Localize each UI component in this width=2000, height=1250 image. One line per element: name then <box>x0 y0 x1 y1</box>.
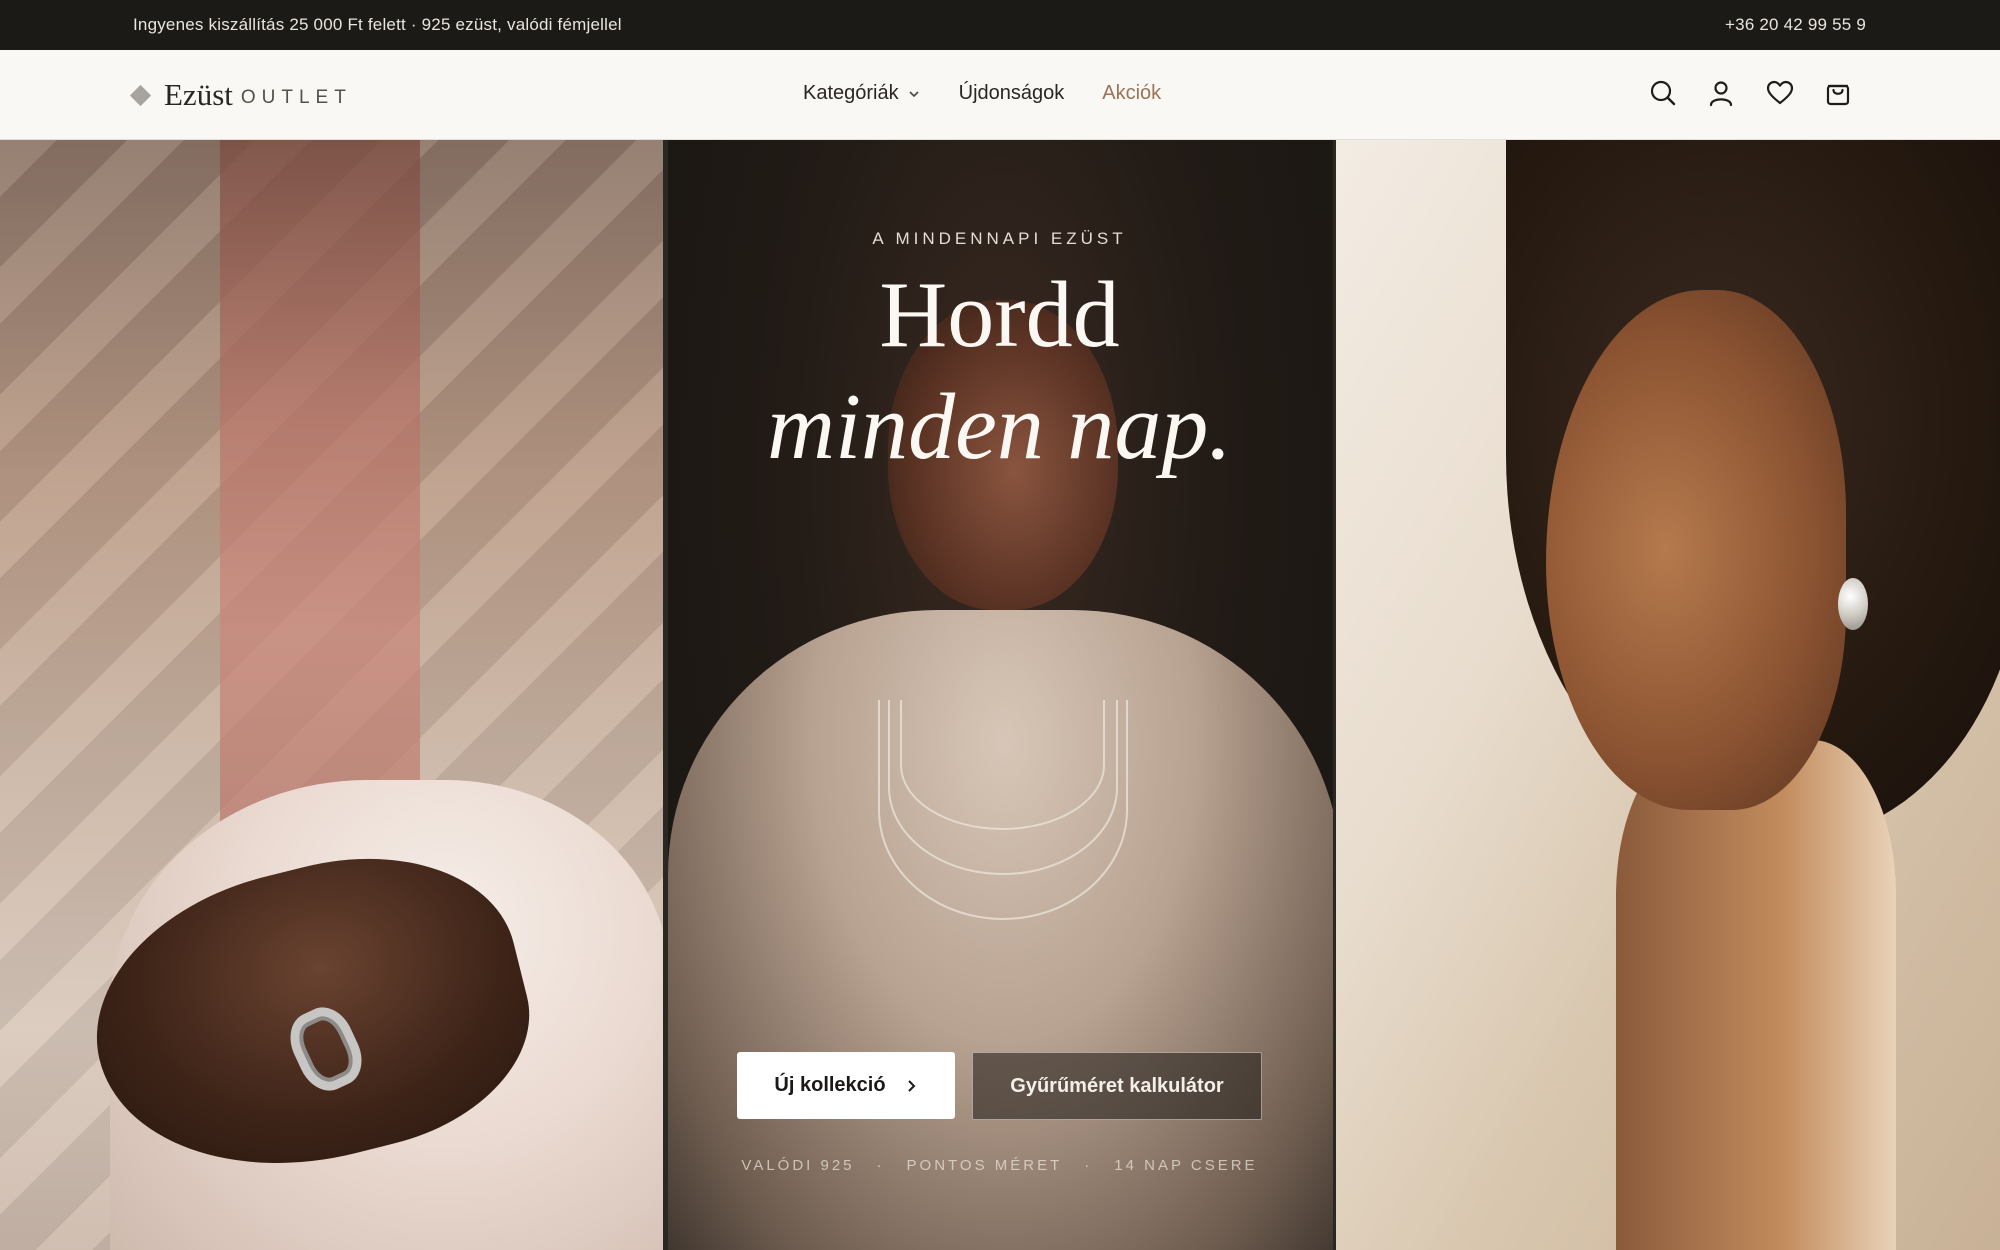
usp-item: VALÓDI 925 <box>741 1157 855 1174</box>
hero-headline: Hordd <box>879 263 1120 367</box>
usp-list: VALÓDI 925 · PONTOS MÉRET · 14 NAP CSERE <box>663 1157 1336 1174</box>
usp-item: PONTOS MÉRET <box>906 1157 1063 1174</box>
main-nav: Kategóriák Újdonságok Akciók <box>803 82 1161 105</box>
hero-eyebrow: A MINDENNAPI EZÜST <box>872 229 1127 248</box>
search-button[interactable] <box>1648 78 1678 108</box>
hero-image-hand-ring <box>0 140 663 1250</box>
chevron-down-icon <box>909 90 919 97</box>
cart-button[interactable] <box>1823 78 1853 108</box>
photo-necklace <box>900 700 1105 830</box>
logo-suffix: OUTLET <box>240 87 352 108</box>
nav-item-label: Kategóriák <box>803 82 899 104</box>
wishlist-button[interactable] <box>1765 78 1795 108</box>
site-header: Ezüst OUTLET Kategóriák Újdonságok Akció… <box>0 50 2000 140</box>
announcement-promo-text: Ingyenes kiszállítás 25 000 Ft felett · … <box>133 15 622 34</box>
separator-dot: · <box>1084 1157 1093 1174</box>
chevron-right-icon <box>907 1079 915 1092</box>
diamond-icon <box>129 84 152 106</box>
announcement-bar: Ingyenes kiszállítás 25 000 Ft felett · … <box>0 0 2000 50</box>
photo-shirt <box>220 140 420 840</box>
nav-item-categories[interactable]: Kategóriák <box>803 82 921 105</box>
hero-headline-italic: minden nap. <box>767 375 1232 479</box>
nav-item-new-arrivals[interactable]: Újdonságok <box>959 82 1065 105</box>
usp-item: 14 NAP CSERE <box>1114 1157 1258 1174</box>
user-icon <box>1709 81 1733 107</box>
logo-name: Ezüst <box>164 77 233 112</box>
heart-icon <box>1766 80 1794 105</box>
new-collection-label: Új kollekció <box>774 1074 886 1096</box>
hero-image-earring <box>1336 140 2000 1250</box>
photo-neck <box>1616 740 1896 1250</box>
nav-item-label: Akciók <box>1102 82 1162 104</box>
bag-icon <box>1826 84 1850 106</box>
photo-earring <box>1838 578 1868 630</box>
search-icon <box>1650 80 1676 106</box>
new-collection-button[interactable]: Új kollekció <box>737 1052 955 1119</box>
nav-item-sale[interactable]: Akciók <box>1102 82 1161 105</box>
separator-dot: · <box>876 1157 885 1174</box>
account-button[interactable] <box>1706 78 1736 108</box>
logo[interactable]: Ezüst OUTLET <box>129 77 352 113</box>
phone-number[interactable]: +36 20 42 99 55 9 <box>1725 15 1866 35</box>
ring-size-calculator-button[interactable]: Gyűrűméret kalkulátor <box>972 1052 1262 1120</box>
nav-item-label: Újdonságok <box>958 82 1065 104</box>
ring-size-calculator-label: Gyűrűméret kalkulátor <box>1010 1074 1224 1097</box>
